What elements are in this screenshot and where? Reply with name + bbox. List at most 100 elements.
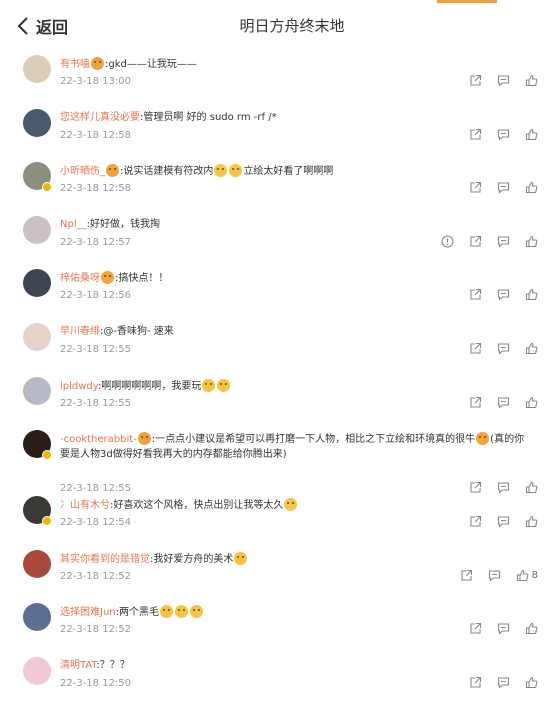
share-icon[interactable] [469,74,482,87]
emoji-icon [91,57,104,70]
comment-item: -cooktherabbit-:一点点小建议是希望可以再打磨一下人物，相比之下立… [0,427,554,494]
username-link[interactable]: 冫山有木兮 [60,500,110,511]
comment-text: 梓佑桑呀:搞快点！！ [60,271,534,286]
username-link[interactable]: 早川春绯 [60,326,100,337]
comment-text: 您这样儿真没必要:管理员啊 好的 sudo rm -rf /* [60,111,534,125]
comment-icon[interactable] [497,74,510,87]
like-icon[interactable] [525,288,538,301]
comment-text: Npl__:好好做，钱我掏 [60,218,534,232]
comment-body: ？？？ [99,659,130,671]
avatar[interactable] [23,376,51,405]
share-icon[interactable] [469,235,482,248]
timestamp: 22-3-18 12:52 [60,624,132,636]
comment-body: 管理员啊 好的 sudo rm -rf /* [143,111,277,123]
comment-item: 小昕晒伤_:说实话建模有符改内 立绘太好看了啊啊啊 22-3-18 12:58 [0,159,554,213]
comment-body: 好好做，钱我掏 [89,218,160,230]
comment-item: 梓佑桑呀:搞快点！！ 22-3-18 12:56 [0,266,554,320]
verified-badge-icon [42,450,52,461]
comment-text: 清明TAT:？？？ [60,659,534,673]
comment-icon[interactable] [497,288,510,302]
timestamp: 22-3-18 12:56 [60,290,132,302]
comment-item: 选择困难Jun:两个黑毛 22-3-18 12:52 [0,600,554,654]
share-icon[interactable] [460,569,473,582]
verified-badge-icon [42,516,52,527]
comment-icon[interactable] [497,622,510,636]
emoji-icon [284,498,298,512]
username-link[interactable]: 您这样儿真没必要 [60,112,140,123]
comment-icon[interactable] [488,569,501,582]
like-icon[interactable] [525,342,538,355]
avatar[interactable] [23,108,51,137]
share-icon[interactable] [469,515,482,528]
timestamp: 22-3-18 12:58 [60,183,132,195]
comment-body: gkd——让我玩—— [108,59,197,70]
like-icon[interactable] [525,622,538,635]
username-link[interactable]: 有书嗑 [60,59,90,70]
emoji-icon [190,605,203,619]
like-icon[interactable] [516,569,529,582]
like-count: 8 [531,569,538,581]
action-bar [454,128,538,141]
emoji-icon [106,164,119,178]
comment-item: 冫山有木兮:好喜欢这个风格，快点出别让我等太久 22-3-18 12:54 [0,493,554,547]
like-icon[interactable] [525,396,538,409]
share-icon[interactable] [469,676,482,689]
username-link[interactable]: 梓佑桑呀 [60,273,100,284]
timestamp: 22-3-18 12:57 [60,236,132,248]
comment-icon[interactable] [497,396,510,409]
comment-body: @-香味狗- 速来 [103,325,174,337]
share-icon[interactable] [469,128,482,141]
comment-text: 早川春绯:@-香味狗- 速来 [60,325,534,339]
share-icon[interactable] [469,181,482,194]
avatar[interactable] [23,55,51,83]
comment-body: 好喜欢这个风格，快点出别让我等太久 [113,500,284,512]
username-link[interactable]: 清明TAT [60,660,96,671]
avatar[interactable] [23,215,51,244]
emoji-icon [175,605,188,619]
username-link[interactable]: 其实你看到的是错觉 [60,554,150,565]
avatar[interactable] [23,656,51,685]
share-icon[interactable] [469,396,482,409]
like-icon[interactable] [525,235,538,248]
like-icon[interactable] [525,181,538,194]
comment-body: 一点点小建议是希望可以再打磨一下人物，相比之下立绘和环境真的很牛 [155,434,476,446]
comment-body: 啊啊啊啊啊啊，我要玩 [101,380,202,392]
emoji-icon [214,164,228,178]
comment-text: 选择困难Jun:两个黑毛 [60,605,534,620]
verified-badge-icon [42,182,52,193]
like-icon[interactable] [525,74,538,87]
action-bar [454,515,538,528]
comment-icon[interactable] [497,128,510,141]
username-link[interactable]: -cooktherabbit- [60,434,137,445]
report-icon[interactable] [441,235,454,248]
share-icon[interactable] [469,342,482,355]
like-icon[interactable] [525,515,538,528]
comment-icon[interactable] [497,181,510,194]
comment-icon[interactable] [497,676,510,689]
avatar[interactable] [23,549,51,578]
like-icon[interactable] [525,128,538,141]
comment-body: 搞快点！！ [118,273,169,285]
comment-icon[interactable] [497,342,510,355]
username-link[interactable]: 小昕晒伤_ [60,166,105,177]
username-link[interactable]: Npl__ [60,219,87,230]
action-bar [454,181,538,194]
avatar[interactable] [23,322,51,351]
comment-body-cont: 立绘太好看了啊啊啊 [243,166,334,178]
comment-icon[interactable] [497,235,510,248]
like-icon[interactable] [525,676,538,689]
username-link[interactable]: 选择困难Jun [60,607,116,618]
share-icon[interactable] [469,622,482,635]
action-bar [454,676,538,689]
share-icon[interactable] [469,288,482,301]
comment-text: 冫山有木兮:好喜欢这个风格，快点出别让我等太久 [60,498,534,513]
emoji-icon [234,551,248,565]
emoji-icon [229,164,243,178]
comment-item: Npl__:好好做，钱我掏 22-3-18 12:57 [0,213,554,267]
avatar[interactable] [23,603,51,632]
comment-icon[interactable] [497,515,510,528]
comment-list: 有书嗑:gkd——让我玩—— 22-3-18 13:00 您这样儿真没必要:管理员啊… [0,52,554,708]
username-link[interactable]: lpldwdy [60,381,98,392]
avatar[interactable] [23,269,51,298]
emoji-icon [137,432,151,446]
